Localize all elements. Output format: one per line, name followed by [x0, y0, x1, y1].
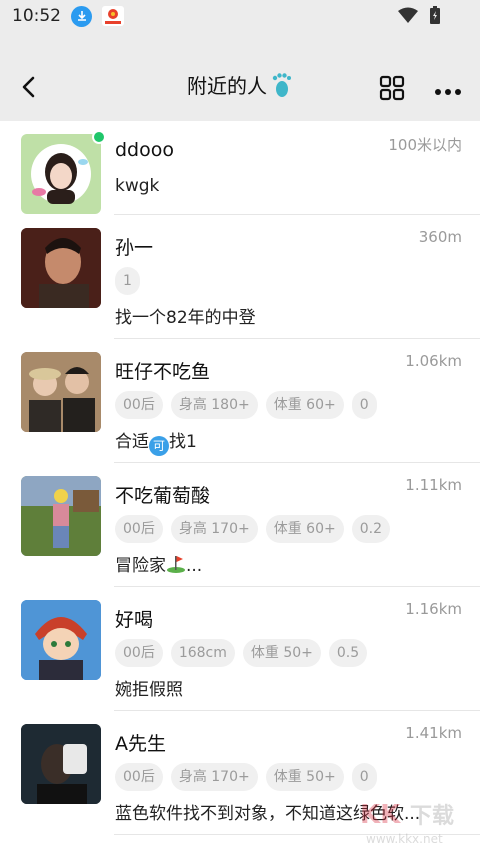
wifi-icon — [398, 7, 418, 23]
grid-icon — [379, 75, 405, 101]
user-distance: 100米以内 — [388, 136, 462, 154]
user-tag: 00后 — [115, 391, 163, 419]
user-tag: 0 — [351, 763, 377, 791]
user-tags: 00后 身高 170+ 体重 60+ 0.2 — [115, 515, 390, 543]
user-tag: 身高 180+ — [170, 391, 258, 419]
user-list-item[interactable]: 好喝 1.16km 00后 168cm 体重 50+ 0.5 婉拒假照 — [0, 587, 480, 711]
user-tag: 168cm — [170, 639, 235, 667]
status-right — [398, 6, 440, 24]
user-distance: 1.11km — [405, 476, 462, 494]
user-list-item[interactable]: 旺仔不吃鱼 1.06km 00后 身高 180+ 体重 60+ 0 合适可找1 — [0, 339, 480, 463]
user-tag: 身高 170+ — [170, 515, 258, 543]
user-list-item[interactable]: 孙一 360m 1 找一个82年的中登 — [0, 215, 480, 339]
bio-text: 合适 — [115, 432, 149, 452]
user-tag: 身高 170+ — [170, 763, 258, 791]
user-tag: 体重 60+ — [265, 515, 344, 543]
user-tags: 00后 身高 180+ 体重 60+ 0 — [115, 391, 377, 419]
status-bar: 10:52 — [0, 0, 480, 32]
user-name: 孙一 — [115, 237, 154, 259]
avatar[interactable] — [21, 352, 101, 432]
footprint-icon — [272, 72, 291, 97]
user-tag: 00后 — [115, 639, 163, 667]
user-distance: 1.41km — [405, 724, 462, 742]
user-tag: 体重 60+ — [265, 391, 344, 419]
user-list-item[interactable]: A先生 1.41km 00后 身高 170+ 体重 50+ 0 蓝色软件找不到对… — [0, 711, 480, 835]
user-name: 不吃葡萄酸 — [115, 485, 211, 507]
user-tag: 00后 — [115, 515, 163, 543]
divider — [114, 834, 480, 835]
user-bio: kwgk — [115, 176, 160, 196]
bio-text: 找1 — [169, 432, 197, 452]
avatar[interactable] — [21, 476, 101, 556]
user-name: 旺仔不吃鱼 — [115, 361, 211, 383]
user-tag: 1 — [115, 267, 140, 295]
golf-flag-icon — [167, 556, 185, 573]
user-tag: 0.2 — [351, 515, 390, 543]
user-tag: 体重 50+ — [265, 763, 344, 791]
user-bio: 婉拒假照 — [115, 680, 183, 700]
avatar[interactable] — [21, 134, 101, 214]
title-wrap: 附近的人 — [0, 70, 480, 99]
user-bio: 合适可找1 — [115, 427, 197, 456]
user-bio: 冒险家... — [115, 551, 202, 576]
user-tags: 1 — [115, 267, 140, 295]
user-tags: 00后 168cm 体重 50+ 0.5 — [115, 639, 368, 667]
online-status-dot — [92, 130, 106, 144]
avatar[interactable] — [21, 228, 101, 308]
user-name: A先生 — [115, 733, 166, 755]
user-bio: 找一个82年的中登 — [115, 308, 256, 328]
user-tags: 00后 身高 170+ 体重 50+ 0 — [115, 763, 377, 791]
more-dots-icon — [435, 89, 461, 95]
user-name: 好喝 — [115, 609, 154, 631]
more-options-button[interactable] — [434, 81, 462, 100]
user-tag: 0.5 — [328, 639, 368, 667]
download-icon — [71, 5, 92, 27]
avatar[interactable] — [21, 600, 101, 680]
grid-view-button[interactable] — [379, 75, 405, 105]
status-time: 10:52 — [12, 6, 61, 26]
user-tag: 0 — [351, 391, 377, 419]
battery-icon — [430, 6, 440, 24]
user-name: ddooo — [115, 139, 174, 161]
user-bio: 蓝色软件找不到对象，不知道这绿色软... — [115, 804, 421, 824]
ke-emoji-icon: 可 — [149, 435, 169, 456]
top-header: 附近的人 — [0, 32, 480, 121]
avatar[interactable] — [21, 724, 101, 804]
bio-text: 冒险家 — [115, 556, 166, 576]
user-list-item[interactable]: ddooo 100米以内 kwgk — [0, 121, 480, 215]
app-notification-icon — [102, 6, 124, 26]
page-title: 附近的人 — [187, 74, 267, 98]
user-distance: 1.06km — [405, 352, 462, 370]
bio-text: ... — [186, 556, 203, 576]
nearby-user-list: ddooo 100米以内 kwgk 孙一 360m 1 找一个82年的中登 旺仔… — [0, 121, 480, 835]
user-list-item[interactable]: 不吃葡萄酸 1.11km 00后 身高 170+ 体重 60+ 0.2 冒险家.… — [0, 463, 480, 587]
user-distance: 360m — [418, 228, 462, 246]
user-distance: 1.16km — [405, 600, 462, 618]
user-tag: 体重 50+ — [242, 639, 321, 667]
user-tag: 00后 — [115, 763, 163, 791]
